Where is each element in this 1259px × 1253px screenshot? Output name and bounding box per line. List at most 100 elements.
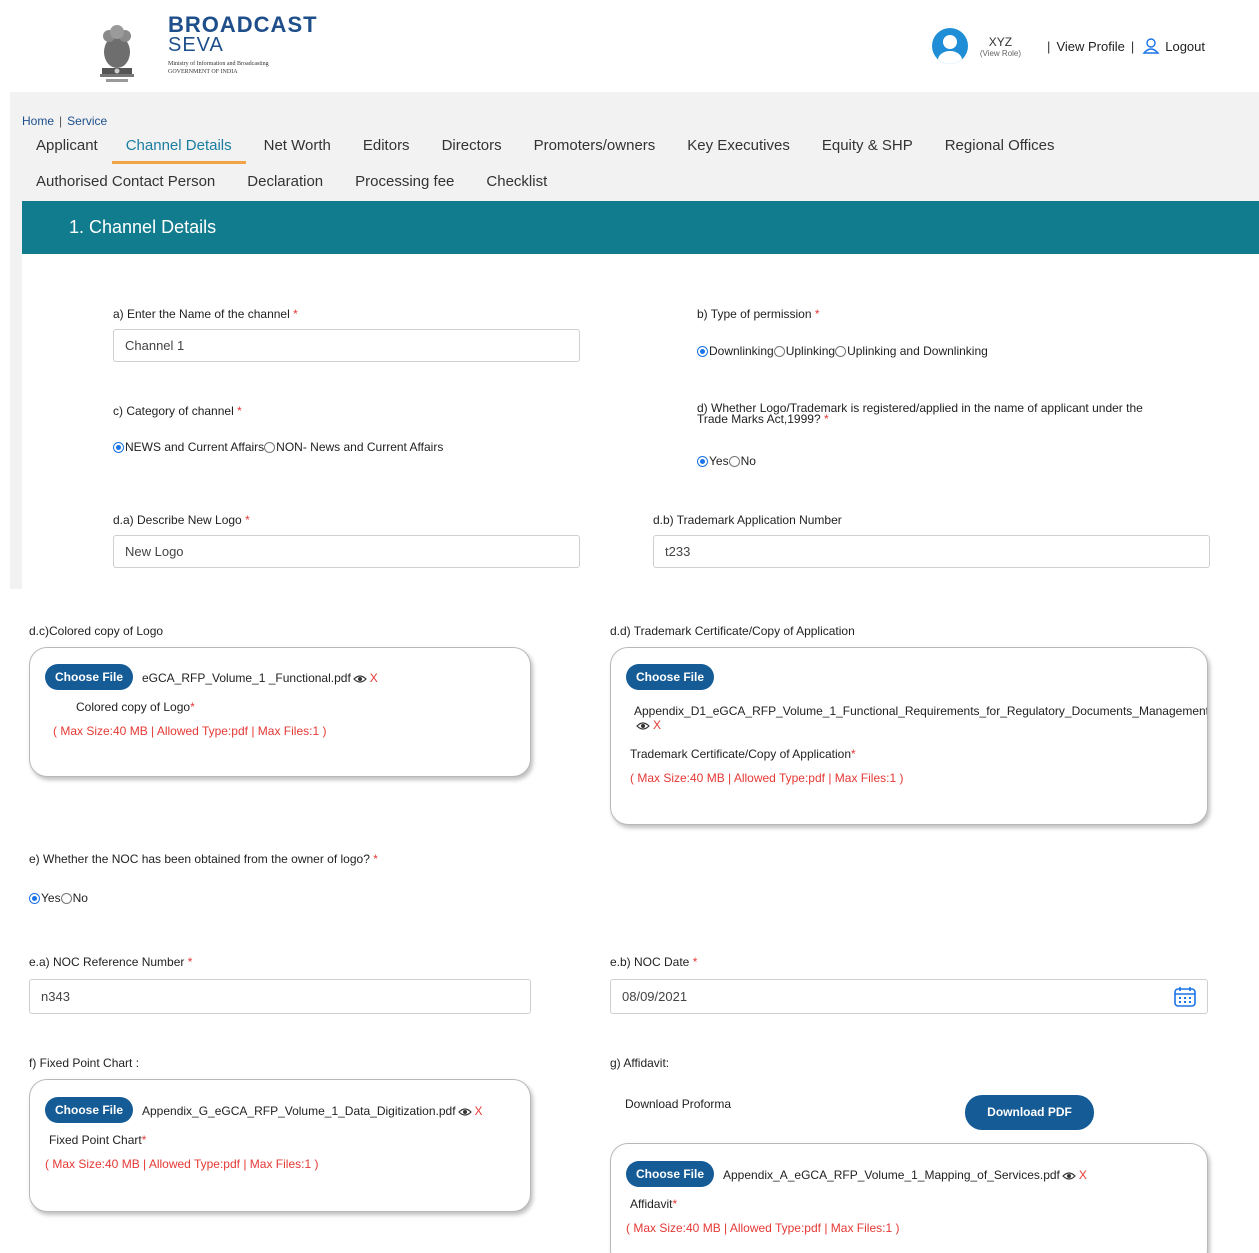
user-name-block: XYZ (View Role) [980,35,1021,58]
trademark-number-input[interactable]: t233 [653,535,1210,568]
affidavit-upload: Choose File Appendix_A_eGCA_RFP_Volume_1… [610,1143,1208,1253]
user-name: XYZ [988,34,1013,49]
radio-non-news[interactable] [264,441,276,453]
uploaded-file: Appendix_D1_eGCA_RFP_Volume_1_Functional… [634,704,1207,732]
describe-logo-input[interactable]: New Logo [113,535,580,568]
user-outline-icon [1142,38,1160,54]
remove-file-icon[interactable]: X [653,718,661,732]
upload-rules: ( Max Size:40 MB | Allowed Type:pdf | Ma… [45,1157,319,1171]
tab-net-worth[interactable]: Net Worth [246,137,345,164]
radio-label: Uplinking [785,344,836,358]
logout-label: Logout [1165,38,1205,54]
noc-date-input[interactable]: 08/09/2021 [610,979,1208,1014]
radio-noc-no[interactable] [60,892,72,904]
eye-icon[interactable] [457,1107,472,1117]
uploaded-file: Appendix_G_eGCA_RFP_Volume_1_Data_Digiti… [142,1104,483,1118]
tabs-row-1: Applicant Channel Details Net Worth Edit… [22,137,1069,164]
view-role-link[interactable]: (View Role) [980,49,1021,58]
breadcrumb-home[interactable]: Home [22,114,54,128]
upload-caption: Fixed Point Chart* [49,1133,147,1147]
brand-logo[interactable]: BROADCAST SEVA Ministry of Information a… [168,12,318,76]
noc-date-value: 08/09/2021 [622,989,688,1004]
calendar-icon[interactable] [1173,986,1197,1008]
radio-trademark-yes[interactable] [697,455,708,467]
upload-caption: Colored copy of Logo* [76,700,195,714]
noc-question-label: e) Whether the NOC has been obtained fro… [29,852,378,866]
radio-label: Downlinking [709,344,774,358]
section-title: 1. Channel Details [22,201,1259,254]
logout-link[interactable]: Logout [1142,37,1205,55]
radio-uplinking-and-downlinking[interactable] [835,345,847,357]
tab-key-executives[interactable]: Key Executives [669,137,804,164]
eye-icon[interactable] [636,721,650,731]
radio-trademark-no[interactable] [728,455,740,467]
choose-file-button[interactable]: Choose File [45,1097,134,1123]
describe-logo-label: d.a) Describe New Logo * [113,513,250,527]
remove-file-icon[interactable]: X [1079,1168,1087,1182]
avatar[interactable] [931,28,968,64]
channel-name-input[interactable]: Channel 1 [113,329,580,362]
noc-reference-label: e.a) NOC Reference Number * [29,955,193,969]
radio-uplinking[interactable] [773,345,785,357]
breadcrumb: Home | Service [22,114,107,128]
eye-icon[interactable] [1062,1171,1076,1181]
file-name[interactable]: Appendix_A_eGCA_RFP_Volume_1_Mapping_of_… [723,1168,1060,1182]
download-proforma-label: Download Proforma [625,1097,732,1111]
choose-file-button[interactable]: Choose File [45,664,134,690]
channel-category-radio-group: NEWS and Current Affairs NON- News and C… [113,440,443,454]
upload-rules: ( Max Size:40 MB | Allowed Type:pdf | Ma… [626,1221,900,1235]
radio-label: No [740,454,756,468]
upload-caption: Affidavit* [630,1197,678,1211]
file-name[interactable]: Appendix_D1_eGCA_RFP_Volume_1_Functional… [634,704,1207,718]
permission-type-radio-group: Downlinking Uplinking Uplinking and Down… [697,344,988,358]
upload-caption: Trademark Certificate/Copy of Applicatio… [630,747,856,761]
eye-icon[interactable] [352,674,367,684]
tab-processing-fee[interactable]: Processing fee [337,173,468,190]
tab-directors[interactable]: Directors [424,137,516,164]
trademark-number-label: d.b) Trademark Application Number [653,513,842,527]
tab-regional-offices[interactable]: Regional Offices [927,137,1069,164]
colored-logo-upload: Choose File eGCA_RFP_Volume_1 _Functiona… [29,647,531,777]
ministry-name: Ministry of Information and Broadcasting [168,61,269,67]
tab-declaration[interactable]: Declaration [229,173,337,190]
trademark-certificate-label: d.d) Trademark Certificate/Copy of Appli… [610,624,855,638]
download-pdf-button[interactable]: Download PDF [965,1095,1094,1130]
trademark-radio-group: Yes No [697,454,756,468]
radio-label: Yes [41,891,61,905]
file-name[interactable]: eGCA_RFP_Volume_1 _Functional.pdf [142,671,351,685]
radio-noc-yes[interactable] [29,892,40,904]
tab-checklist[interactable]: Checklist [468,173,561,190]
remove-file-icon[interactable]: X [475,1104,483,1118]
choose-file-button[interactable]: Choose File [626,664,715,690]
uploaded-file: Appendix_A_eGCA_RFP_Volume_1_Mapping_of_… [723,1168,1087,1182]
radio-label: Uplinking and Downlinking [847,344,988,358]
view-profile-link[interactable]: View Profile [1056,39,1124,54]
channel-category-label: c) Category of channel * [113,404,242,418]
choose-file-button[interactable]: Choose File [626,1161,715,1187]
radio-news-current-affairs[interactable] [113,441,124,453]
site-header: BROADCAST SEVA Ministry of Information a… [0,0,1259,92]
breadcrumb-service[interactable]: Service [67,114,107,128]
tab-channel-details[interactable]: Channel Details [111,137,246,164]
government-name: GOVERNMENT OF INDIA [168,69,238,75]
noc-reference-input[interactable]: n343 [29,979,531,1014]
tab-promoters-owners[interactable]: Promoters/owners [516,137,670,164]
tab-authorised-contact-person[interactable]: Authorised Contact Person [22,173,229,190]
file-name[interactable]: Appendix_G_eGCA_RFP_Volume_1_Data_Digiti… [142,1104,456,1118]
upload-rules: ( Max Size:40 MB | Allowed Type:pdf | Ma… [630,771,904,785]
colored-logo-label: d.c)Colored copy of Logo [29,624,164,638]
tab-editors[interactable]: Editors [345,137,424,164]
radio-label: Yes [709,454,729,468]
noc-radio-group: Yes No [29,891,88,905]
tab-equity-shp[interactable]: Equity & SHP [804,137,927,164]
radio-downlinking[interactable] [697,345,708,357]
channel-name-label: a) Enter the Name of the channel * [113,307,298,321]
separator: | [1130,38,1135,54]
upload-rules: ( Max Size:40 MB | Allowed Type:pdf | Ma… [53,724,327,738]
remove-file-icon[interactable]: X [370,671,378,685]
separator: | [1047,38,1051,54]
tab-applicant[interactable]: Applicant [22,137,112,164]
noc-date-label: e.b) NOC Date * [610,955,698,969]
permission-type-label: b) Type of permission * [697,307,820,321]
radio-label: NON- News and Current Affairs [276,440,444,454]
